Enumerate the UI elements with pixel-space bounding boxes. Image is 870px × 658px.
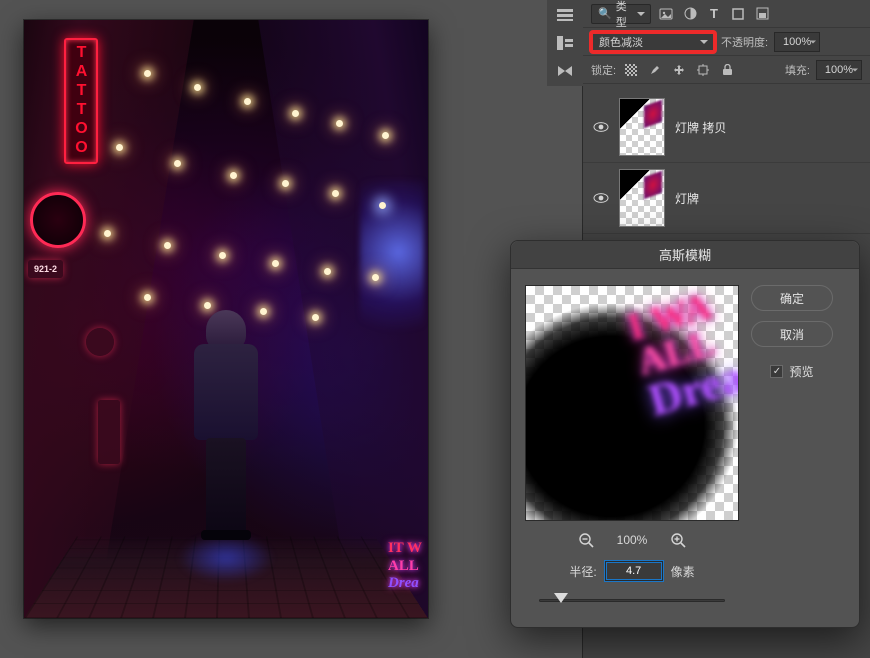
layer-row[interactable]: 灯牌 拷贝 (583, 92, 870, 163)
panel-tab-icon[interactable] (551, 4, 579, 26)
layer-row[interactable]: 灯牌 (583, 163, 870, 234)
zoom-in-icon[interactable] (669, 531, 687, 549)
radius-input[interactable]: 4.7 (605, 561, 663, 581)
opacity-label: 不透明度: (721, 34, 768, 50)
gaussian-blur-dialog[interactable]: 高斯模糊 I WA ALL Drea 100% (510, 240, 860, 628)
lock-pixels-icon[interactable] (622, 61, 640, 79)
visibility-icon[interactable] (593, 119, 609, 135)
fill-input[interactable]: 100% (816, 60, 862, 80)
zoom-out-icon[interactable] (577, 531, 595, 549)
align-icon[interactable] (551, 32, 579, 54)
neon-sign-dream: IT W ALL Drea (388, 540, 422, 592)
filter-image-icon[interactable] (657, 5, 675, 23)
layer-list: 灯牌 拷贝 灯牌 (583, 84, 870, 234)
lock-brush-icon[interactable] (646, 61, 664, 79)
neon-sign-tattoo: TATTOO (64, 38, 98, 164)
lock-row: 锁定: 填充: 100% (583, 56, 870, 84)
filter-shape-icon[interactable] (729, 5, 747, 23)
scene: TATTOO 921-2 IT W ALL Drea (24, 20, 428, 618)
cancel-button[interactable]: 取消 (751, 321, 833, 347)
layer-name[interactable]: 灯牌 拷贝 (675, 119, 726, 136)
panel-side-icons (547, 0, 583, 86)
neon-sign-vert (98, 400, 120, 464)
radius-slider[interactable] (539, 591, 725, 609)
layer-thumbnail[interactable] (619, 169, 665, 227)
neon-sign-oval (30, 192, 86, 248)
ok-button[interactable]: 确定 (751, 285, 833, 311)
opacity-input[interactable]: 100% (774, 32, 820, 52)
document-canvas[interactable]: TATTOO 921-2 IT W ALL Drea (24, 20, 428, 618)
visibility-icon[interactable] (593, 190, 609, 206)
radius-label: 半径: (569, 563, 596, 580)
layer-name[interactable]: 灯牌 (675, 190, 699, 207)
filter-type-icon[interactable]: T (705, 5, 723, 23)
blend-mode-dropdown[interactable]: 颜色减淡 (591, 32, 715, 52)
fill-label: 填充: (785, 62, 810, 78)
lock-all-icon[interactable] (718, 61, 736, 79)
blur-preview[interactable]: I WA ALL Drea (525, 285, 739, 521)
zoom-value: 100% (617, 533, 648, 547)
radius-unit: 像素 (671, 563, 695, 580)
person-silhouette (186, 310, 266, 540)
blend-mode-row: 颜色减淡 不透明度: 100% (583, 28, 870, 56)
layer-kind-dropdown[interactable]: 🔍类型 (591, 4, 651, 24)
lock-artboard-icon[interactable] (694, 61, 712, 79)
lock-move-icon[interactable] (670, 61, 688, 79)
layer-thumbnail[interactable] (619, 98, 665, 156)
lock-label: 锁定: (591, 62, 616, 78)
filter-adjust-icon[interactable] (681, 5, 699, 23)
butterfly-icon[interactable] (551, 60, 579, 82)
neon-sign-small-a: 921-2 (28, 260, 63, 278)
preview-checkbox[interactable]: ✓ (770, 365, 783, 378)
slider-thumb[interactable] (554, 593, 568, 610)
dialog-title[interactable]: 高斯模糊 (511, 241, 859, 269)
filter-smart-icon[interactable] (753, 5, 771, 23)
layer-filter-row: 🔍类型 T (583, 0, 870, 28)
neon-sign-round (86, 328, 114, 356)
preview-checkbox-label[interactable]: 预览 (789, 363, 813, 380)
